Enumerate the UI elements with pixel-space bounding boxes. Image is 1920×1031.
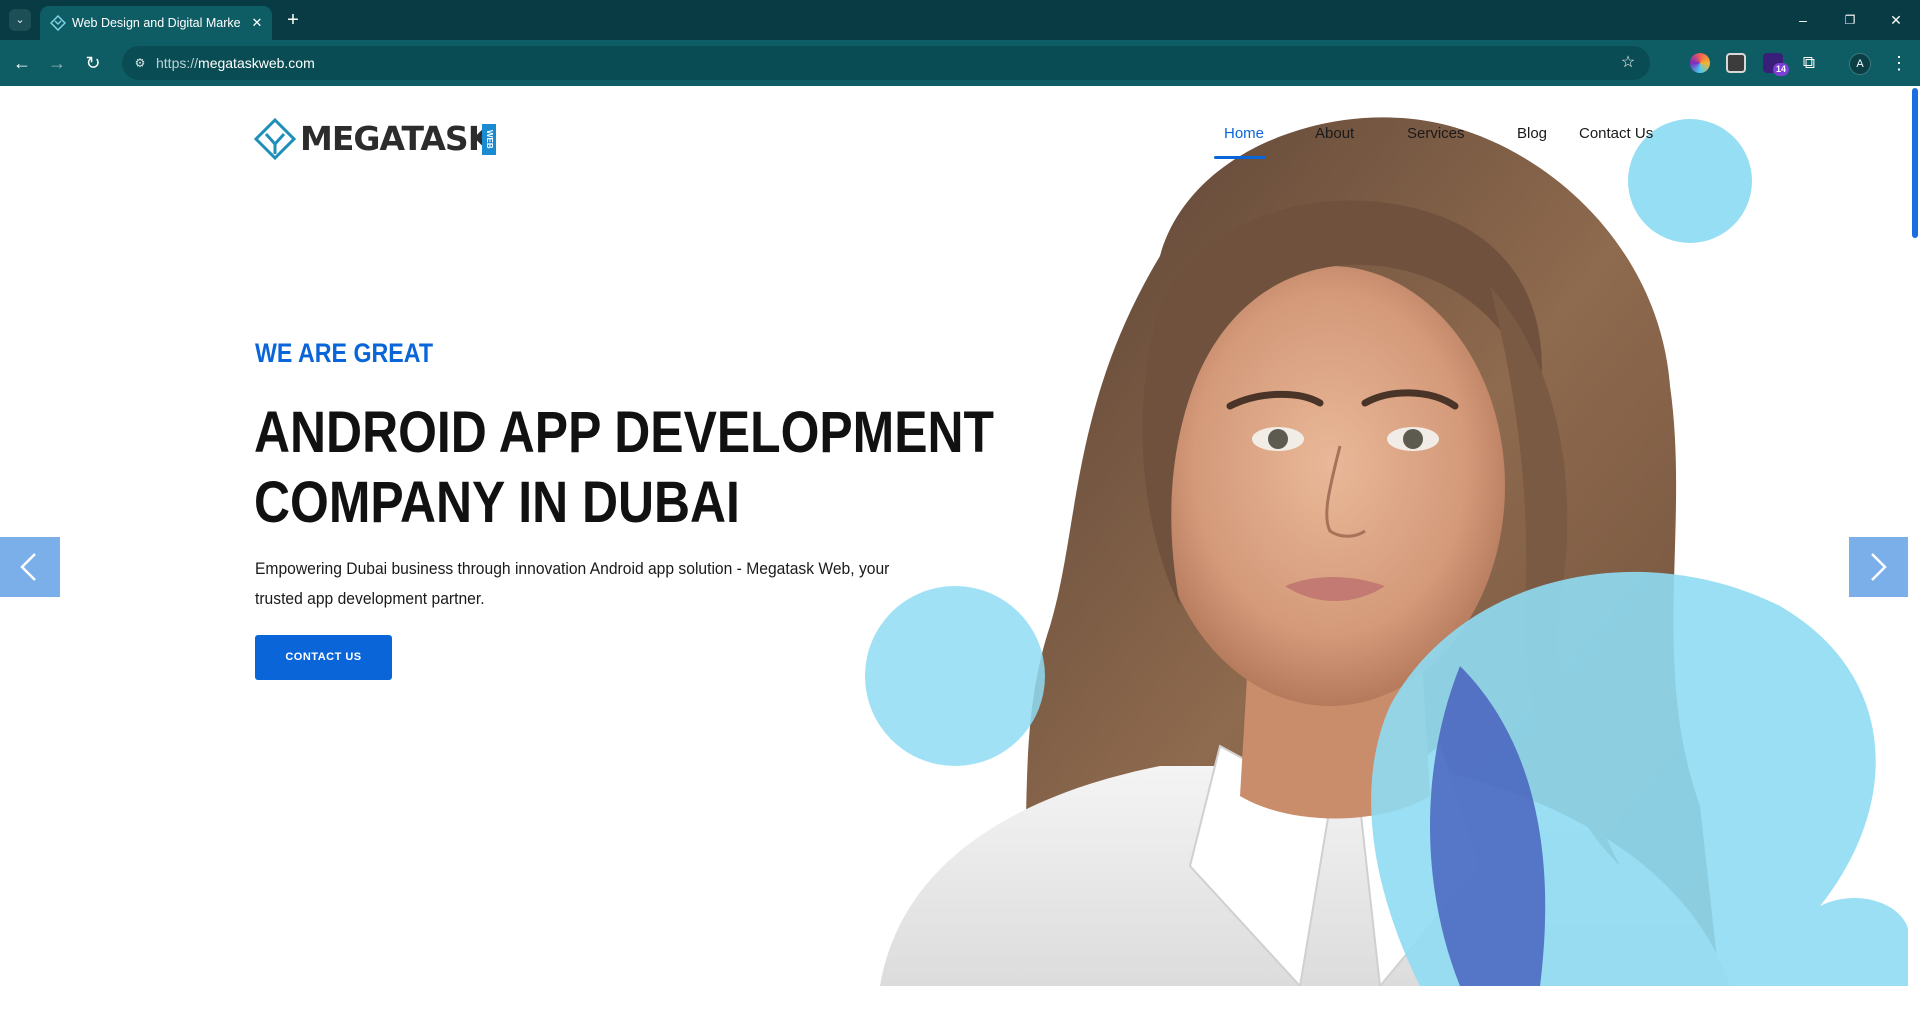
browser-toolbar: ← → ↻ ⚙ https://megataskweb.com ☆ 14 ⧉ A… (0, 40, 1920, 86)
color-extension-icon[interactable] (1690, 53, 1710, 73)
nav-about[interactable]: About (1315, 124, 1354, 144)
url-protocol: https:// (156, 55, 199, 71)
extension-badge: 14 (1773, 63, 1789, 76)
extension-icon[interactable]: 14 (1763, 53, 1789, 76)
tab-close-icon[interactable]: ✕ (247, 13, 267, 33)
scrollbar-thumb[interactable] (1912, 88, 1918, 238)
hero-subtext: Empowering Dubai business through innova… (255, 559, 890, 608)
hero-image (865, 117, 1909, 986)
site-info-icon[interactable]: ⚙ (130, 53, 150, 73)
logo-text: MEGATASK (300, 119, 493, 158)
tab-title: Web Design and Digital Marketing (72, 16, 240, 30)
nav-contact-us[interactable]: Contact Us (1579, 124, 1653, 144)
chevron-right-icon (1871, 553, 1887, 581)
profile-avatar[interactable]: A (1849, 53, 1871, 75)
logo-tag: WEB (482, 124, 496, 155)
hero-headline-line-2: COMPANY IN DUBAI (254, 470, 740, 535)
page-scrollbar[interactable] (1908, 86, 1920, 1031)
reload-icon[interactable]: ↻ (80, 50, 106, 76)
restore-icon[interactable]: ❐ (1838, 9, 1862, 31)
nav-services[interactable]: Services (1407, 124, 1465, 144)
window-close-icon[interactable]: ✕ (1884, 9, 1908, 31)
site-favicon-icon (50, 15, 66, 31)
slider-next-button[interactable] (1849, 537, 1909, 597)
hero-headline: ANDROID APP DEVELOPMENT COMPANY IN DUBAI (254, 398, 994, 538)
logo-mark-icon (254, 118, 296, 160)
hero-headline-line-1: ANDROID APP DEVELOPMENT (254, 400, 994, 465)
tab-search-icon[interactable]: ⌄ (9, 9, 31, 31)
star-icon[interactable]: ☆ (1618, 53, 1638, 73)
kebab-menu-icon[interactable]: ⋮ (1888, 51, 1910, 75)
contact-us-button[interactable]: CONTACT US (255, 635, 392, 680)
address-bar[interactable]: ⚙ https://megataskweb.com ☆ (122, 46, 1650, 80)
hero-kicker: WE ARE GREAT (255, 338, 434, 368)
url-text[interactable]: https://megataskweb.com (156, 54, 315, 72)
browser-tab-strip: ⌄ Web Design and Digital Marketing ✕ + –… (0, 0, 1920, 40)
url-host: megataskweb.com (198, 55, 315, 71)
chevron-left-icon (20, 553, 36, 581)
new-tab-icon[interactable]: + (282, 9, 304, 31)
puzzle-icon[interactable]: ⧉ (1799, 53, 1819, 73)
calendar-extension-icon[interactable] (1726, 53, 1746, 73)
nav-home[interactable]: Home (1224, 124, 1264, 144)
back-icon[interactable]: ← (9, 50, 35, 76)
forward-icon[interactable]: → (44, 50, 70, 76)
page-viewport: MEGATASK WEB Home About Services Blog Co… (0, 86, 1920, 1031)
nav-active-indicator (1214, 156, 1266, 159)
nav-blog[interactable]: Blog (1517, 124, 1547, 144)
slider-prev-button[interactable] (0, 537, 60, 597)
browser-tab[interactable]: Web Design and Digital Marketing ✕ (40, 6, 272, 40)
minimize-icon[interactable]: – (1791, 9, 1815, 31)
